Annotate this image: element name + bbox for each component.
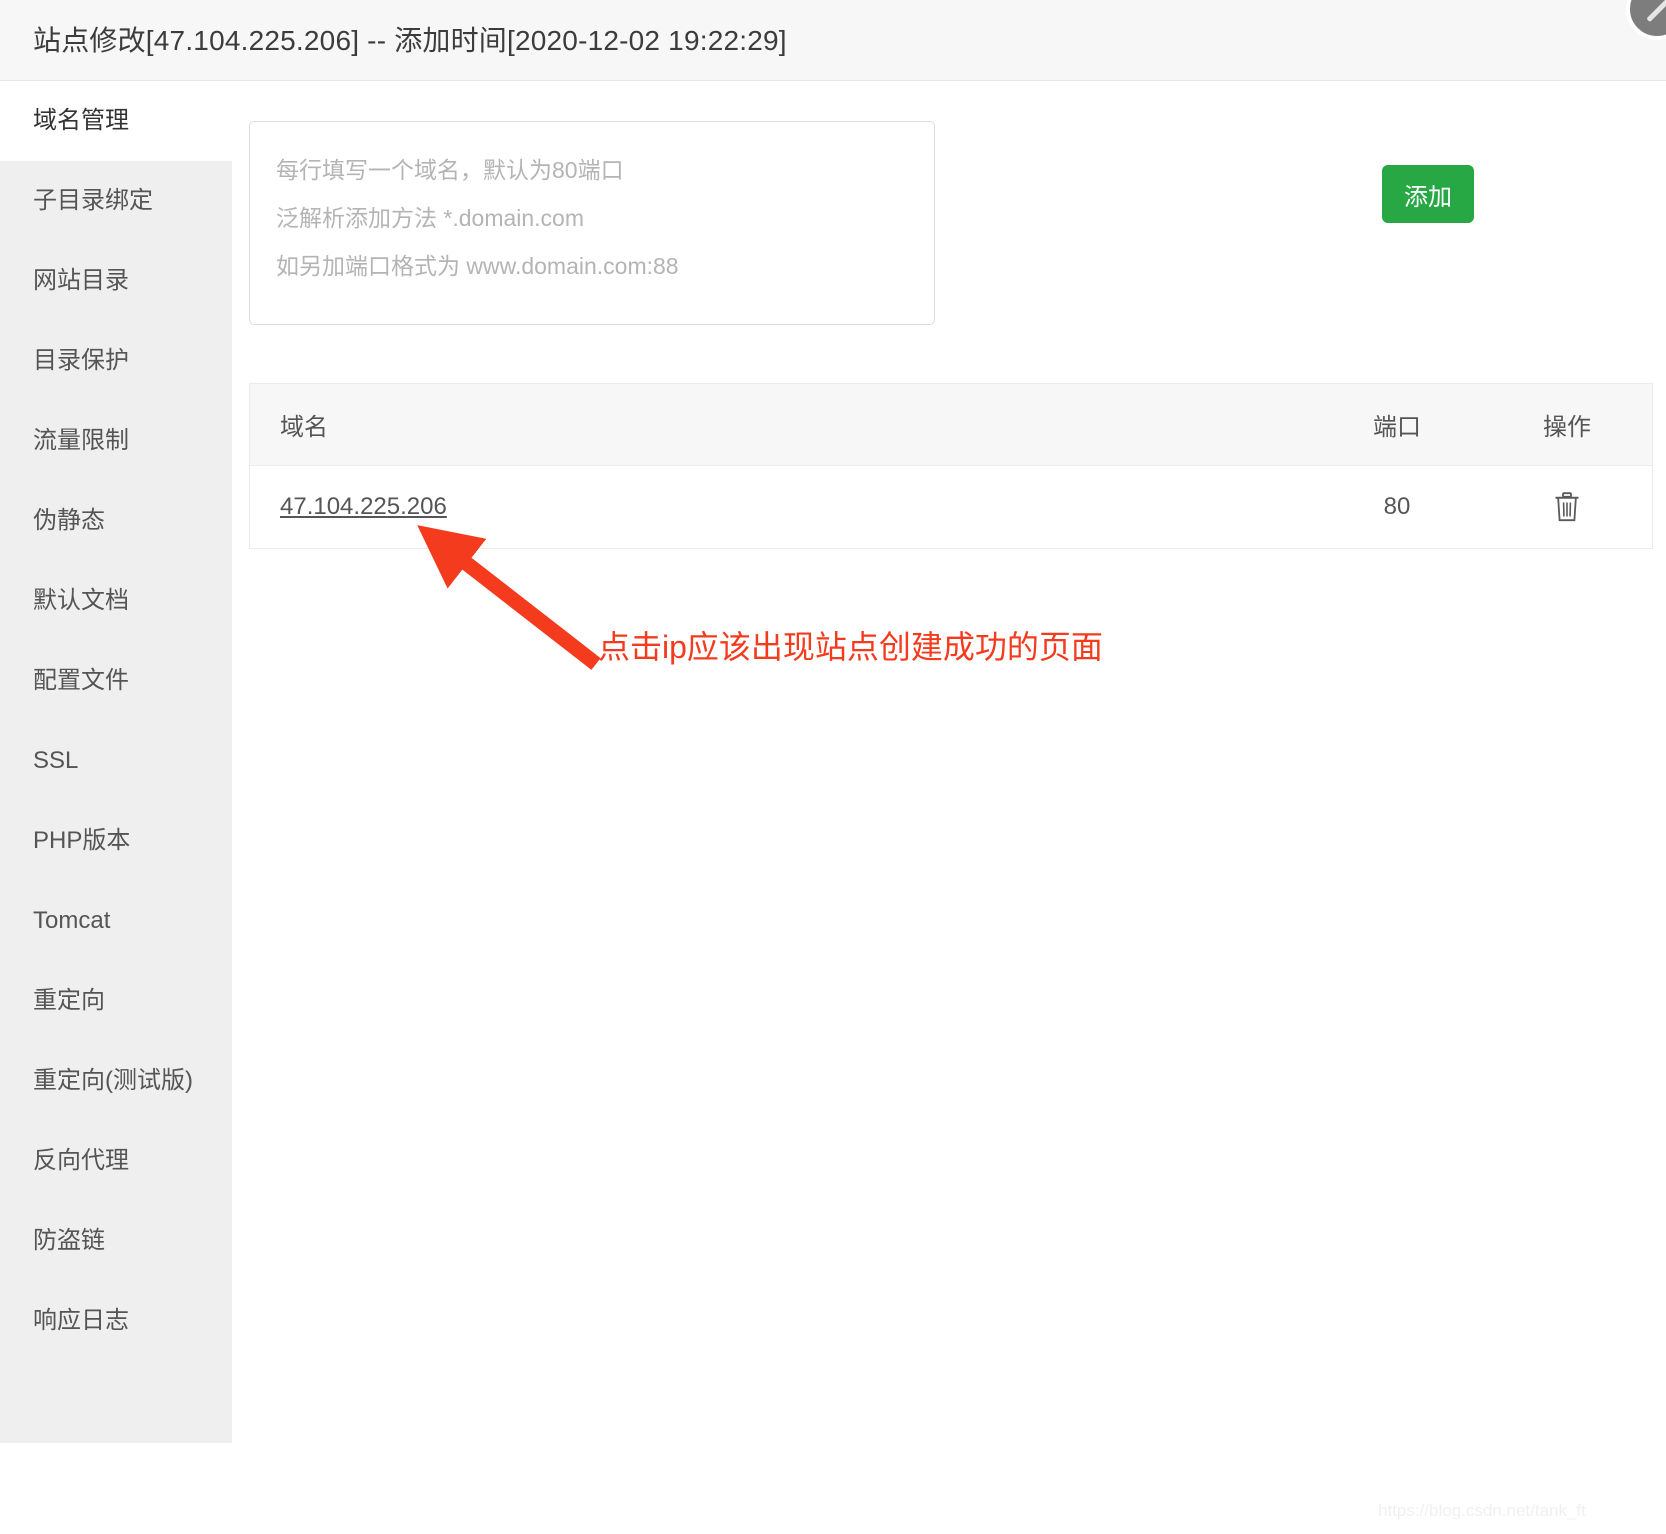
- sidebar-item-label: 反向代理: [33, 1147, 129, 1174]
- sidebar-item-label: 网站目录: [33, 267, 129, 294]
- page-title: 站点修改[47.104.225.206] -- 添加时间[2020-12-02 …: [33, 24, 787, 58]
- sidebar-item-redirect[interactable]: 重定向: [0, 961, 232, 1041]
- sidebar-item-domain-management[interactable]: 域名管理: [0, 81, 232, 161]
- column-header-port: 端口: [1312, 384, 1482, 466]
- cell-domain: 47.104.225.206: [250, 466, 1312, 549]
- sidebar-item-label: SSL: [33, 747, 78, 774]
- sidebar-item-response-log[interactable]: 响应日志: [0, 1281, 232, 1361]
- sidebar-item-redirect-beta[interactable]: 重定向(测试版): [0, 1041, 232, 1121]
- table-header-row: 域名 端口 操作: [250, 384, 1652, 466]
- sidebar-item-website-directory[interactable]: 网站目录: [0, 241, 232, 321]
- sidebar-item-label: 域名管理: [33, 107, 129, 134]
- cell-action: [1482, 466, 1652, 549]
- app-header: 站点修改[47.104.225.206] -- 添加时间[2020-12-02 …: [0, 0, 1666, 81]
- watermark: https://blog.csdn.net/tank_ft: [1378, 1501, 1586, 1521]
- table-row: 47.104.225.206 80: [250, 466, 1652, 549]
- sidebar-item-directory-protection[interactable]: 目录保护: [0, 321, 232, 401]
- sidebar-item-reverse-proxy[interactable]: 反向代理: [0, 1121, 232, 1201]
- sidebar-item-label: 配置文件: [33, 667, 129, 694]
- sidebar-item-pseudo-static[interactable]: 伪静态: [0, 481, 232, 561]
- column-header-domain: 域名: [250, 384, 1312, 466]
- sidebar-item-label: 伪静态: [33, 507, 105, 534]
- sidebar-item-label: PHP版本: [33, 827, 130, 854]
- sidebar-item-subdirectory-binding[interactable]: 子目录绑定: [0, 161, 232, 241]
- column-header-action: 操作: [1482, 384, 1652, 466]
- trash-icon[interactable]: [1554, 492, 1580, 522]
- domain-input[interactable]: [249, 121, 935, 325]
- sidebar-item-label: 重定向(测试版): [33, 1067, 193, 1094]
- sidebar-item-default-document[interactable]: 默认文档: [0, 561, 232, 641]
- sidebar-item-label: 默认文档: [33, 587, 129, 614]
- domain-link[interactable]: 47.104.225.206: [280, 493, 447, 520]
- domain-table: 域名 端口 操作 47.104.225.206 80: [249, 383, 1653, 549]
- sidebar-item-label: 重定向: [33, 987, 105, 1014]
- sidebar-item-label: 响应日志: [33, 1307, 129, 1334]
- sidebar-item-label: 防盗链: [33, 1227, 105, 1254]
- sidebar-item-tomcat[interactable]: Tomcat: [0, 881, 232, 961]
- main-content: 添加 域名 端口 操作 47.104.225.206 80: [232, 81, 1666, 1534]
- sidebar-item-php-version[interactable]: PHP版本: [0, 801, 232, 881]
- cell-port: 80: [1312, 466, 1482, 549]
- sidebar-item-label: 子目录绑定: [33, 187, 153, 214]
- add-domain-row: 添加: [249, 121, 1649, 331]
- sidebar: 域名管理 子目录绑定 网站目录 目录保护 流量限制 伪静态 默认文档 配置文件 …: [0, 81, 232, 1443]
- sidebar-item-traffic-limit[interactable]: 流量限制: [0, 401, 232, 481]
- sidebar-item-label: Tomcat: [33, 907, 110, 934]
- add-button[interactable]: 添加: [1382, 165, 1474, 223]
- slash-mark: [1646, 0, 1666, 22]
- sidebar-item-label: 流量限制: [33, 427, 129, 454]
- sidebar-item-label: 目录保护: [33, 347, 129, 374]
- sidebar-item-anti-leech[interactable]: 防盗链: [0, 1201, 232, 1281]
- sidebar-item-ssl[interactable]: SSL: [0, 721, 232, 801]
- sidebar-item-config-file[interactable]: 配置文件: [0, 641, 232, 721]
